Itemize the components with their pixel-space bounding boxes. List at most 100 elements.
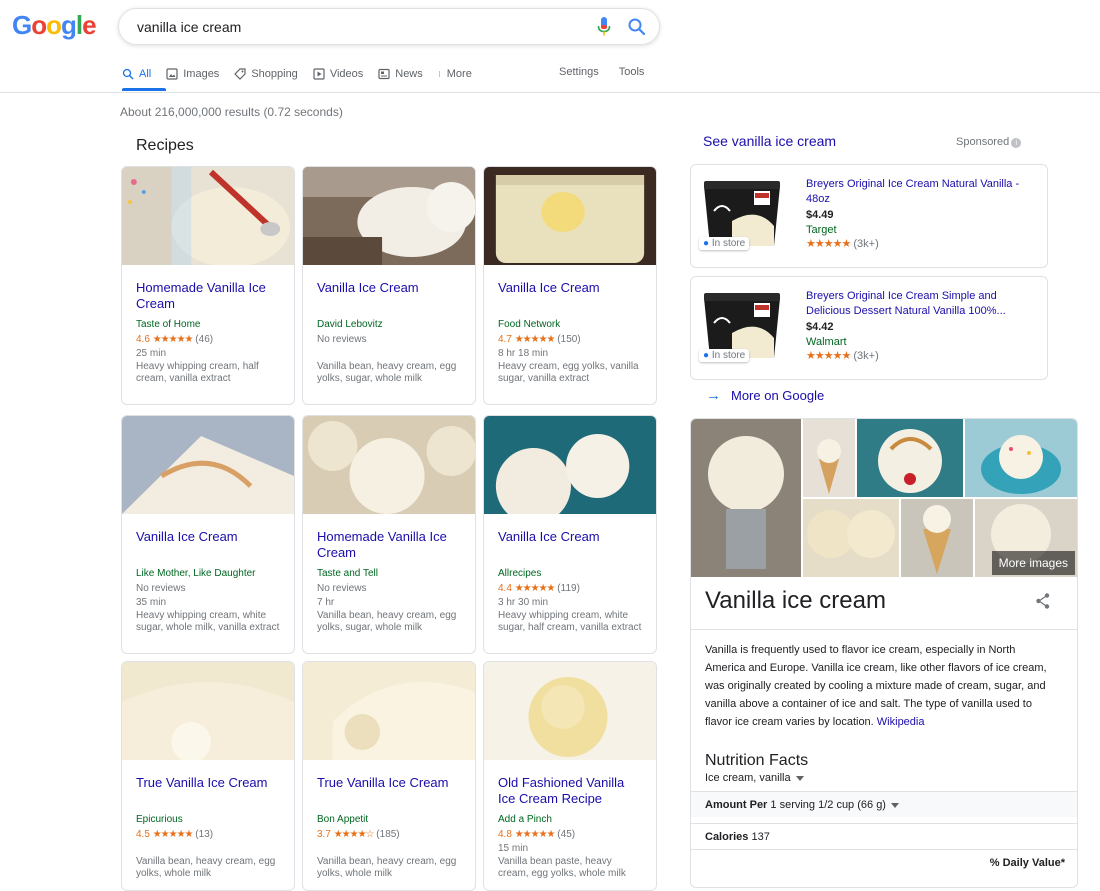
play-icon <box>313 68 325 80</box>
recipe-time: 15 min <box>498 843 529 854</box>
review-count: No reviews <box>317 334 367 345</box>
wikipedia-link[interactable]: Wikipedia <box>877 716 925 728</box>
review-count: (150) <box>557 334 581 345</box>
review-count: (3k+) <box>853 238 879 250</box>
product-image <box>692 166 792 266</box>
recipe-time: 7 hr <box>317 597 335 608</box>
review-count: (46) <box>195 334 214 345</box>
tab-label: Images <box>183 68 220 80</box>
in-store-badge: ● In store <box>699 349 750 362</box>
search-input[interactable]: vanilla ice cream <box>137 19 241 35</box>
review-count: No reviews <box>317 583 367 594</box>
recipe-card[interactable]: Homemade Vanilla Ice Cream Taste and Tel… <box>302 415 476 654</box>
logo-letter: G <box>12 10 32 40</box>
tab-videos[interactable]: Videos <box>313 68 363 80</box>
tools-link[interactable]: Tools <box>619 66 645 78</box>
tab-more[interactable]: More <box>438 68 472 80</box>
see-products-link[interactable]: See vanilla ice cream <box>703 133 836 149</box>
logo-letter: o <box>46 10 62 40</box>
product-name[interactable]: Breyers Original Ice Cream Natural Vanil… <box>806 177 1042 207</box>
recipe-card[interactable]: Vanilla Ice Cream Food Network 4.7 ★★★★★… <box>483 166 657 405</box>
recipe-card[interactable]: Vanilla Ice Cream David Lebovitz No revi… <box>302 166 476 405</box>
calories-row: Calories 137 <box>691 823 1077 849</box>
product-name[interactable]: Breyers Original Ice Cream Simple and De… <box>806 289 1042 319</box>
product-card[interactable]: ● In store Breyers Original Ice Cream Na… <box>690 164 1048 268</box>
more-on-google-label: More on Google <box>731 388 825 403</box>
recipe-time: 3 hr 30 min <box>498 597 549 608</box>
recipe-card[interactable]: True Vanilla Ice Cream Epicurious 4.5 ★★… <box>121 661 295 891</box>
recipe-ingredients: Vanilla bean, heavy cream, egg yolks, wh… <box>136 856 276 879</box>
recipe-title[interactable]: Vanilla Ice Cream <box>136 529 280 565</box>
tab-news[interactable]: News <box>378 68 423 80</box>
tab-images[interactable]: Images <box>166 68 219 80</box>
recipe-time <box>317 348 461 360</box>
product-rating: ★★★★★ (3k+) <box>806 349 1042 363</box>
tab-label: More <box>446 68 472 80</box>
star-rating-icon: ★★★★★ <box>514 334 556 345</box>
recipe-time: 25 min <box>136 348 167 359</box>
recipe-title[interactable]: Vanilla Ice Cream <box>498 280 642 316</box>
recipe-source: David Lebovitz <box>317 319 383 330</box>
recipe-title[interactable]: Homemade Vanilla Ice Cream <box>317 529 461 565</box>
tag-icon <box>234 68 246 80</box>
dropdown-arrow-icon <box>890 802 899 808</box>
recipe-title[interactable]: Vanilla Ice Cream <box>498 529 642 565</box>
sponsored-text: Sponsored <box>956 136 1010 148</box>
daily-value-row: % Daily Value* <box>691 849 1077 875</box>
recipe-source: Epicurious <box>136 814 183 825</box>
recipe-time <box>317 843 461 855</box>
search-icon[interactable] <box>627 17 647 37</box>
recipe-photo <box>122 662 294 762</box>
product-price: $4.42 <box>806 321 834 333</box>
recipe-card[interactable]: True Vanilla Ice Cream Bon Appetit 3.7 ★… <box>302 661 476 891</box>
recipe-title[interactable]: True Vanilla Ice Cream <box>136 775 280 811</box>
review-count: (3k+) <box>853 350 879 362</box>
recipe-title[interactable]: Homemade Vanilla Ice Cream <box>136 280 280 316</box>
recipe-rating: 4.7 ★★★★★ (150) <box>498 333 642 346</box>
star-rating-icon: ★★★★★ <box>152 829 194 840</box>
more-on-google-link[interactable]: → More on Google <box>706 387 824 404</box>
share-icon[interactable] <box>1034 592 1052 610</box>
recipe-title[interactable]: Vanilla Ice Cream <box>317 280 461 316</box>
calories-value: 137 <box>751 831 770 843</box>
recipe-time <box>136 843 280 855</box>
recipe-card[interactable]: Homemade Vanilla Ice Cream Taste of Home… <box>121 166 295 405</box>
search-box[interactable]: vanilla ice cream <box>118 8 660 45</box>
recipe-ingredients: Vanilla bean paste, heavy cream, egg yol… <box>498 856 626 879</box>
recipe-time: 35 min <box>136 597 167 608</box>
star-rating-icon: ★★★★☆ <box>333 829 375 840</box>
amount-label: Amount Per <box>705 799 768 811</box>
review-count: No reviews <box>136 583 186 594</box>
recipe-card[interactable]: Vanilla Ice Cream Like Mother, Like Daug… <box>121 415 295 654</box>
sponsored-label: Sponsored i <box>956 136 1022 148</box>
star-rating-icon: ★★★★★ <box>806 350 851 362</box>
recipe-photo <box>484 167 656 265</box>
microphone-icon[interactable] <box>597 17 611 37</box>
google-logo[interactable]: Google <box>12 10 97 41</box>
recipe-source: Taste of Home <box>136 319 201 330</box>
tab-shopping[interactable]: Shopping <box>234 68 298 80</box>
serving-size-row[interactable]: Amount Per 1 serving 1/2 cup (66 g) <box>691 791 1077 817</box>
location-pin-icon: ● <box>703 238 710 249</box>
recipe-title[interactable]: True Vanilla Ice Cream <box>317 775 461 811</box>
recipe-card[interactable]: Vanilla Ice Cream Allrecipes 4.4 ★★★★★ (… <box>483 415 657 654</box>
recipe-photo <box>303 416 475 514</box>
tab-label: News <box>395 68 423 80</box>
search-icon <box>122 68 134 80</box>
product-card[interactable]: ● In store Breyers Original Ice Cream Si… <box>690 276 1048 380</box>
nutrition-item-select[interactable]: Ice cream, vanilla <box>705 772 804 784</box>
calories-label: Calories <box>705 831 749 843</box>
recipe-title[interactable]: Old Fashioned Vanilla Ice Cream Recipe <box>498 775 642 811</box>
settings-link[interactable]: Settings <box>559 66 599 78</box>
info-icon[interactable]: i <box>1011 138 1022 148</box>
daily-value-label: % Daily Value* <box>989 857 1065 869</box>
recipe-ingredients: Heavy whipping cream, half cream, vanill… <box>136 361 259 384</box>
active-tab-indicator <box>122 88 166 91</box>
tab-all[interactable]: All <box>122 68 151 80</box>
more-images-button[interactable]: More images <box>991 551 1075 575</box>
knowledge-panel: More images Vanilla ice cream Vanilla is… <box>690 418 1078 888</box>
rating-value: 4.6 <box>136 334 150 345</box>
recipe-photo <box>303 167 475 265</box>
newspaper-icon <box>378 68 390 80</box>
recipe-card[interactable]: Old Fashioned Vanilla Ice Cream Recipe A… <box>483 661 657 891</box>
